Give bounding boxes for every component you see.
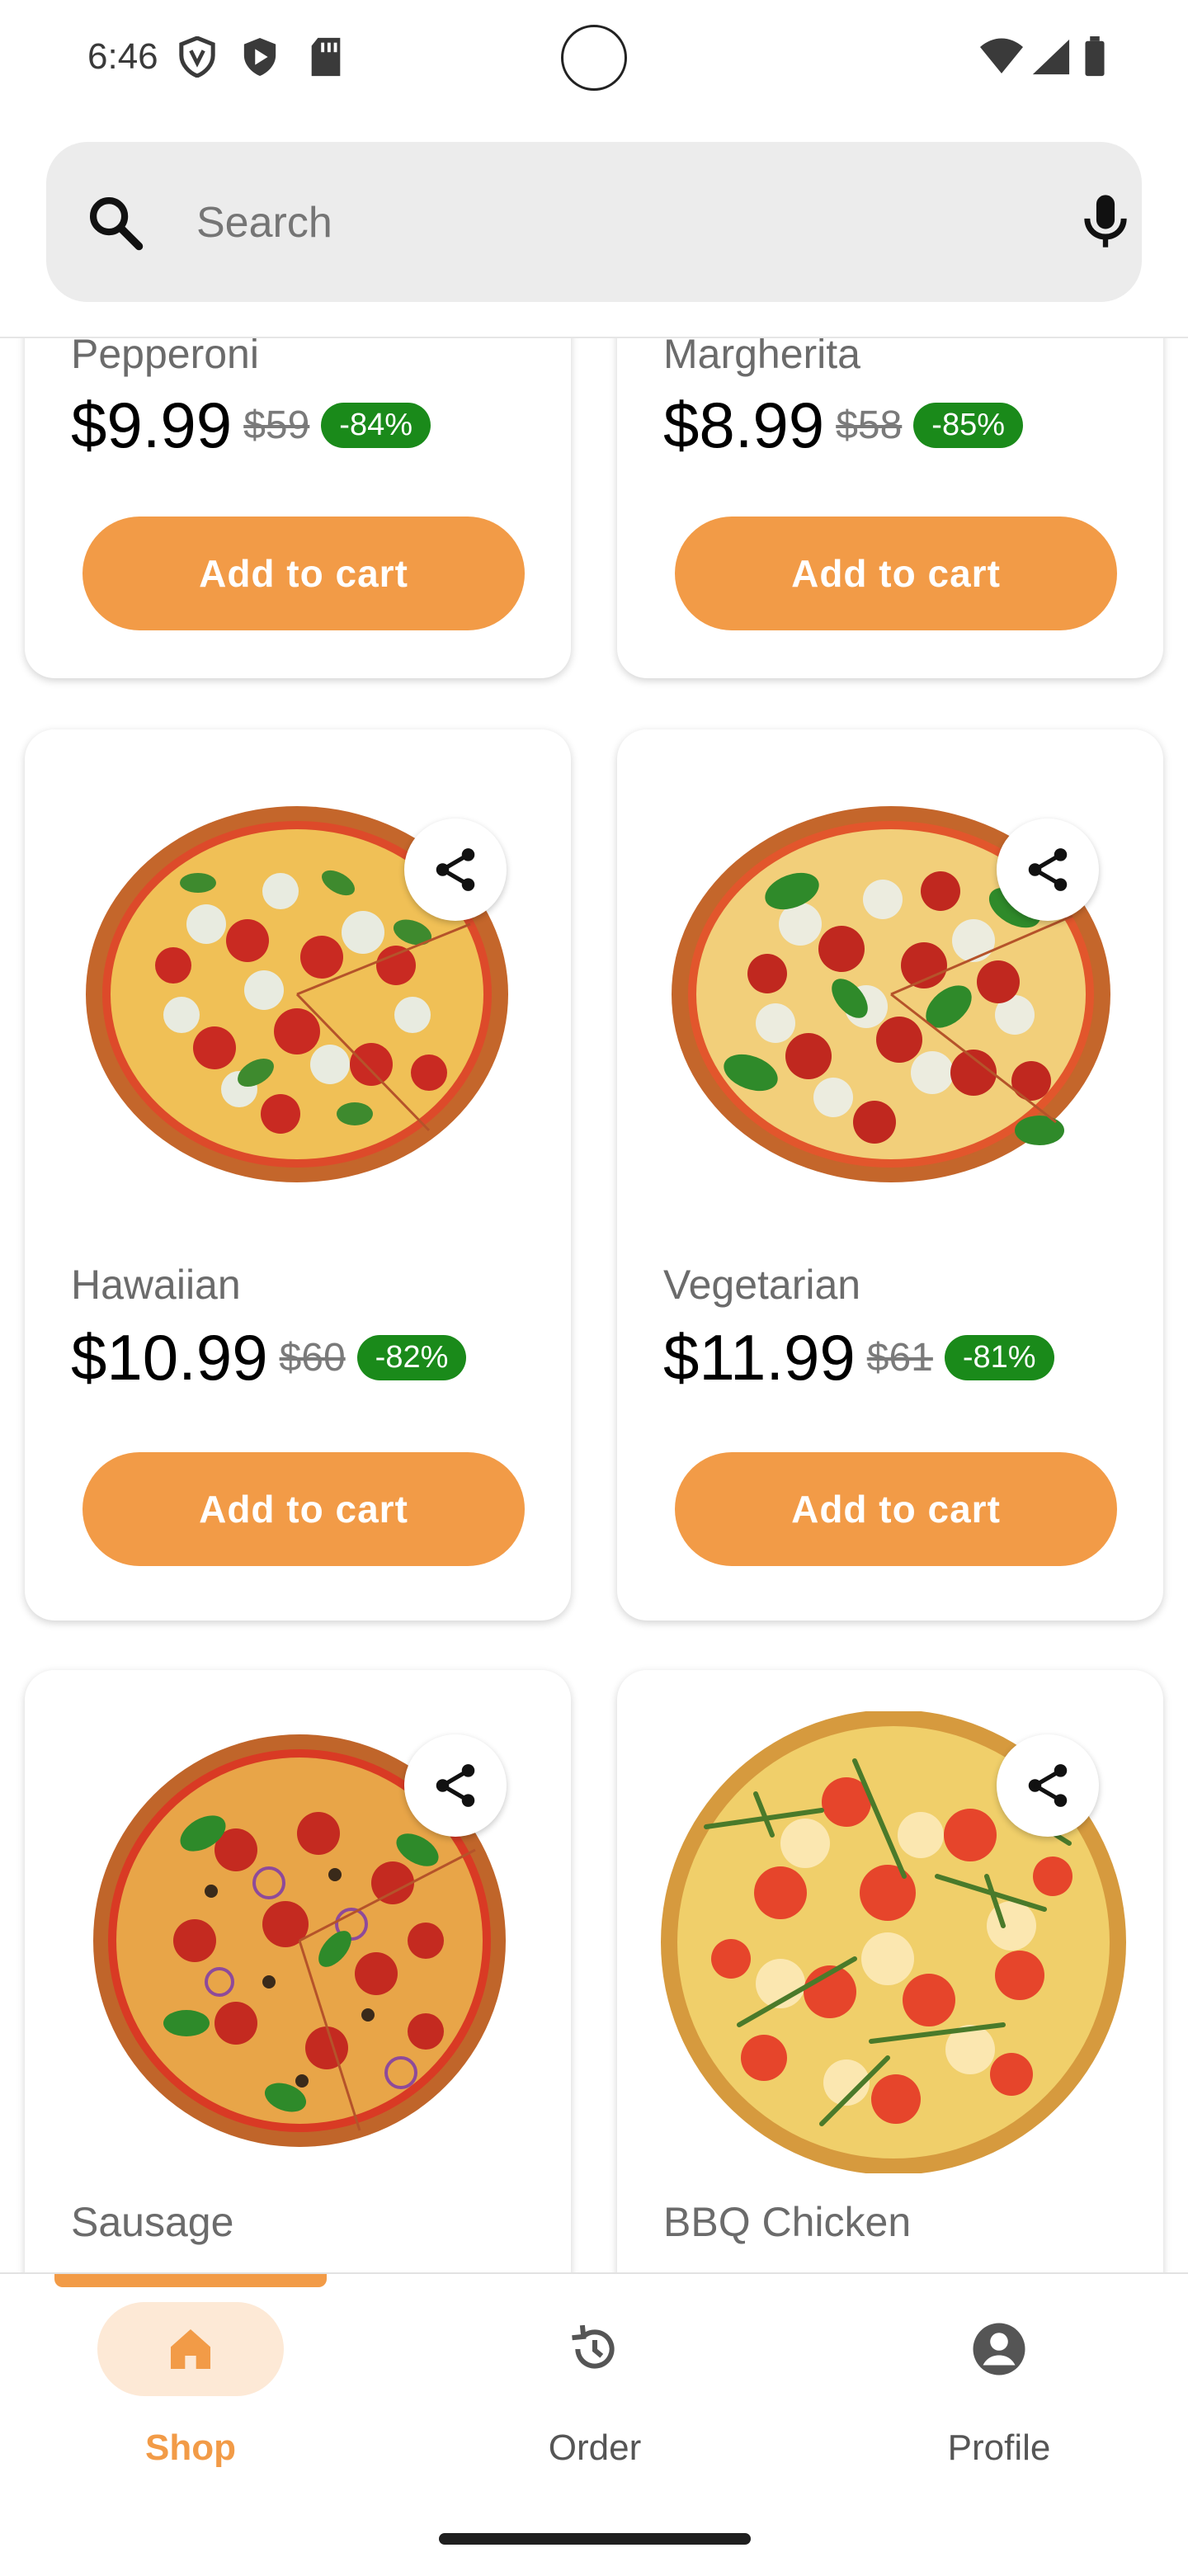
product-card[interactable]: BBQ Chicken bbox=[617, 1670, 1163, 2273]
nav-label: Shop bbox=[145, 2427, 236, 2468]
original-price: $61 bbox=[866, 1336, 933, 1380]
product-name: Hawaiian bbox=[71, 1262, 241, 1308]
share-button[interactable] bbox=[997, 1734, 1099, 1837]
product-card[interactable]: Margherita $8.99 $58 -85% Add to cart bbox=[617, 338, 1163, 678]
original-price: $59 bbox=[243, 403, 310, 447]
add-to-cart-button[interactable]: Add to cart bbox=[675, 517, 1117, 630]
original-price: $58 bbox=[836, 403, 903, 447]
nav-icon-wrap bbox=[502, 2302, 688, 2396]
price-row: $9.99 $59 -84% bbox=[71, 388, 431, 463]
search-bar[interactable] bbox=[46, 142, 1142, 302]
price-row: $8.99 $58 -85% bbox=[663, 388, 1024, 463]
product-card[interactable]: Vegetarian $11.99 $61 -81% Add to cart bbox=[617, 729, 1163, 1621]
vpn-shield-icon bbox=[179, 36, 215, 78]
history-icon bbox=[572, 2324, 615, 2369]
search-input[interactable] bbox=[196, 198, 939, 248]
product-card[interactable]: Pepperoni $9.99 $59 -84% Add to cart bbox=[25, 338, 571, 678]
share-icon bbox=[1028, 848, 1068, 891]
product-price: $8.99 bbox=[663, 389, 825, 461]
product-name: Pepperoni bbox=[71, 338, 259, 377]
add-to-cart-button[interactable]: Add to cart bbox=[675, 1452, 1117, 1566]
product-name: BBQ Chicken bbox=[663, 2199, 912, 2245]
price-row: $11.99 $61 -81% bbox=[663, 1320, 1054, 1395]
discount-badge: -82% bbox=[356, 1335, 467, 1380]
add-to-cart-button[interactable]: Add to cart bbox=[82, 517, 525, 630]
account-circle-icon bbox=[973, 2323, 1025, 2375]
play-protect-icon bbox=[243, 38, 276, 76]
share-icon bbox=[436, 848, 475, 891]
camera-cutout bbox=[561, 25, 627, 91]
discount-badge: -84% bbox=[321, 403, 431, 448]
product-grid: Pepperoni $9.99 $59 -84% Add to cart Mar… bbox=[0, 338, 1188, 2273]
product-card[interactable]: Hawaiian $10.99 $60 -82% Add to cart bbox=[25, 729, 571, 1621]
nav-label: Order bbox=[548, 2427, 642, 2468]
microphone-icon[interactable] bbox=[1074, 188, 1137, 254]
sd-card-icon bbox=[311, 37, 341, 77]
discount-badge: -81% bbox=[944, 1335, 1054, 1380]
gesture-home-bar[interactable] bbox=[439, 2533, 751, 2545]
nav-label: Profile bbox=[947, 2427, 1051, 2468]
share-icon bbox=[436, 1764, 475, 1807]
discount-badge: -85% bbox=[913, 403, 1024, 448]
status-bar: 6:46 bbox=[0, 0, 1188, 116]
share-button[interactable] bbox=[404, 1734, 507, 1837]
product-card[interactable]: Sausage bbox=[25, 1670, 571, 2273]
bottom-navigation: Shop Order Profile bbox=[0, 2272, 1188, 2576]
product-name: Vegetarian bbox=[663, 1262, 861, 1308]
product-name: Sausage bbox=[71, 2199, 234, 2245]
share-button[interactable] bbox=[404, 819, 507, 921]
product-name: Margherita bbox=[663, 338, 860, 377]
product-price: $9.99 bbox=[71, 389, 233, 461]
nav-icon-wrap bbox=[906, 2302, 1092, 2396]
wifi-icon bbox=[980, 38, 1023, 73]
nav-item-profile[interactable]: Profile bbox=[881, 2302, 1129, 2484]
share-icon bbox=[1028, 1764, 1068, 1807]
status-time: 6:46 bbox=[87, 36, 158, 77]
product-price: $11.99 bbox=[663, 1321, 856, 1394]
product-price: $10.99 bbox=[71, 1321, 268, 1394]
price-row: $10.99 $60 -82% bbox=[71, 1320, 467, 1395]
add-to-cart-button[interactable]: Add to cart bbox=[82, 1452, 525, 1566]
share-button[interactable] bbox=[997, 819, 1099, 921]
search-header bbox=[0, 116, 1188, 338]
active-tab-indicator bbox=[54, 2274, 327, 2287]
nav-item-shop[interactable]: Shop bbox=[73, 2302, 320, 2484]
home-icon bbox=[171, 2329, 210, 2369]
search-icon[interactable] bbox=[84, 191, 147, 254]
active-pill bbox=[97, 2302, 284, 2396]
nav-item-order[interactable]: Order bbox=[477, 2302, 724, 2484]
battery-icon bbox=[1085, 36, 1105, 77]
original-price: $60 bbox=[279, 1336, 346, 1380]
cellular-signal-icon bbox=[1032, 39, 1070, 75]
